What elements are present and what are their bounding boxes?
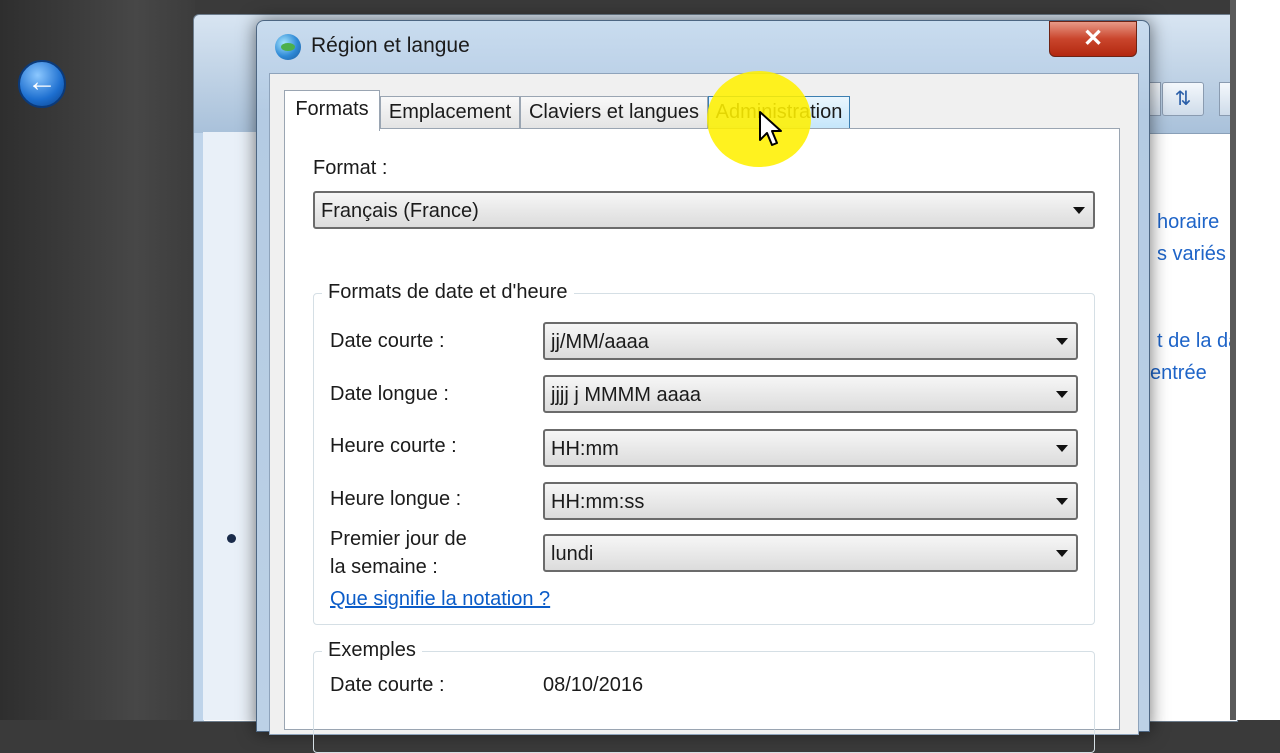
heure-courte-value: HH:mm: [551, 438, 619, 460]
close-button[interactable]: ✕: [1049, 21, 1137, 57]
dialog-title: Région et langue: [311, 34, 470, 57]
notation-help-link[interactable]: Que signifie la notation ?: [330, 588, 550, 611]
tab-emplacement[interactable]: Emplacement: [380, 96, 520, 129]
region-language-dialog: Région et langue ✕ Formats Emplacement C…: [256, 20, 1150, 753]
chevron-down-icon: [1056, 550, 1068, 557]
examples-group: Exemples Date courte : 08/10/2016: [313, 639, 1095, 753]
globe-icon: [275, 34, 301, 60]
chevron-down-icon: [1056, 445, 1068, 452]
heure-courte-dropdown[interactable]: HH:mm: [543, 429, 1078, 467]
background-link-1[interactable]: horaire: [1157, 211, 1219, 234]
desktop-background: [0, 0, 195, 720]
format-dropdown[interactable]: Français (France): [313, 191, 1095, 229]
background-link-2[interactable]: s variés: [1157, 243, 1226, 266]
date-courte-label: Date courte :: [330, 330, 445, 352]
example-date-courte-label: Date courte :: [330, 674, 445, 696]
back-arrow-icon[interactable]: ←: [18, 60, 66, 108]
date-longue-label: Date longue :: [330, 383, 449, 405]
formats-panel: Format : Français (France) Formats de da…: [284, 128, 1120, 753]
premier-jour-dropdown[interactable]: lundi: [543, 534, 1078, 572]
tab-strip: Formats Emplacement Claviers et langues …: [270, 74, 1138, 131]
heure-longue-label: Heure longue :: [330, 488, 462, 510]
example-date-courte-value: 08/10/2016: [543, 674, 644, 696]
format-label: Format :: [313, 157, 388, 179]
chevron-down-icon: [1056, 391, 1068, 398]
date-courte-dropdown[interactable]: jj/MM/aaaa: [543, 322, 1078, 360]
mouse-pointer-icon: [759, 111, 782, 146]
date-courte-value: jj/MM/aaaa: [551, 331, 649, 353]
desktop-right-area: [1236, 0, 1280, 720]
premier-jour-label-line1: Premier jour de: [330, 528, 467, 550]
bullet-dot: [227, 534, 236, 543]
premier-jour-value: lundi: [551, 543, 594, 565]
date-longue-value: jjjj j MMMM aaaa: [551, 384, 702, 406]
heure-longue-value: HH:mm:ss: [551, 491, 645, 513]
group-title: Formats de date et d'heure: [322, 281, 574, 304]
date-time-formats-group: Formats de date et d'heure Date courte :…: [313, 281, 1095, 625]
heure-longue-dropdown[interactable]: HH:mm:ss: [543, 482, 1078, 520]
tab-claviers-et-langues[interactable]: Claviers et langues: [520, 96, 708, 129]
background-link-4[interactable]: entrée: [1150, 362, 1207, 385]
refresh-icon[interactable]: ⇅: [1162, 82, 1204, 116]
chevron-down-icon: [1056, 338, 1068, 345]
group-title: Exemples: [322, 639, 422, 662]
chevron-down-icon: [1073, 207, 1085, 214]
tab-formats[interactable]: Formats: [284, 90, 380, 131]
premier-jour-label-line2: la semaine :: [330, 556, 438, 578]
chevron-down-icon: [1056, 498, 1068, 505]
background-sidepane: [203, 132, 263, 720]
date-longue-dropdown[interactable]: jjjj j MMMM aaaa: [543, 375, 1078, 413]
format-value: Français (France): [321, 200, 479, 222]
background-link-3[interactable]: t de la da: [1157, 330, 1239, 353]
heure-courte-label: Heure courte :: [330, 435, 457, 457]
dialog-client-area: Formats Emplacement Claviers et langues …: [269, 73, 1139, 753]
